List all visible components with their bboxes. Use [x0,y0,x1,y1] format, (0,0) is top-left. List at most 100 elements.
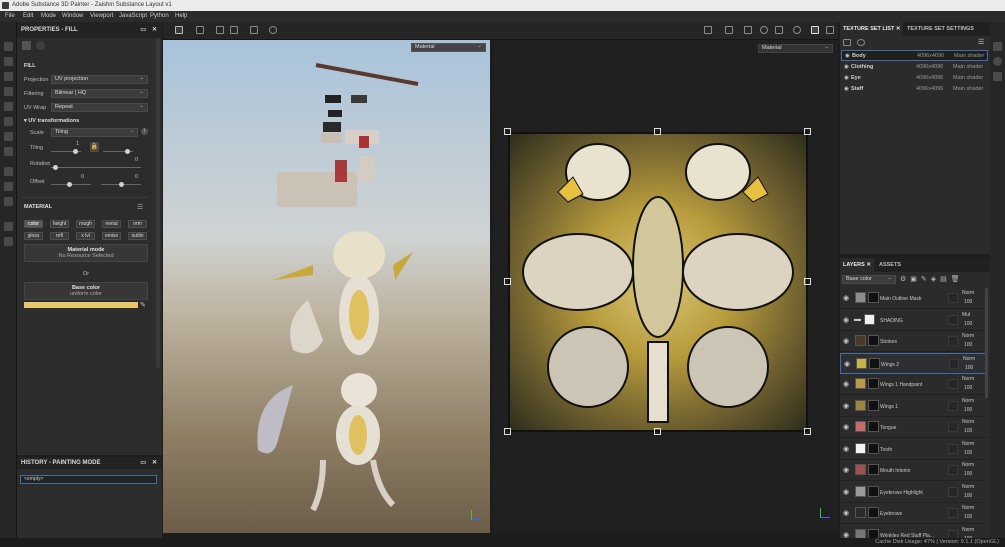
scale-select[interactable]: Tiling [51,128,138,137]
opacity-value[interactable]: 100 [964,385,972,391]
info-icon[interactable]: i [141,128,148,135]
material-mode-button[interactable]: Material mode No Resource Selected [24,244,148,262]
tab-texture-set-list[interactable]: TEXTURE SET LIST ✕ [840,22,904,36]
texture-set-icon[interactable] [4,182,13,191]
figure-icon[interactable] [230,26,238,34]
uvwrap-select[interactable]: Repeat [51,103,148,112]
opacity-value[interactable]: 100 [964,493,972,499]
projection-icon[interactable] [4,72,13,81]
visibility-icon[interactable]: ◉ [843,402,849,410]
layer-slot[interactable] [948,379,958,389]
viewport-2d[interactable]: Material [493,40,838,533]
tab-layers[interactable]: LAYERS ✕ [840,258,874,272]
offset-x-slider[interactable] [51,182,91,187]
layer-row[interactable]: ◉ Strokes Norm 100 [840,331,987,352]
close-icon[interactable]: ✕ [152,457,157,469]
blend-mode[interactable]: Norm [962,441,974,447]
add-paint-layer-icon[interactable]: ✎ [921,276,931,283]
texture-set-row[interactable]: ◉ Body 4096x4096 Main shader [841,50,988,61]
camera-icon[interactable] [993,42,1002,51]
layer-slot[interactable] [948,400,958,411]
opacity-value[interactable]: 100 [964,514,972,520]
geometry-fill-icon[interactable] [4,87,13,96]
tiling-slider-x[interactable] [51,149,81,154]
blend-mode[interactable]: Norm [962,505,974,511]
visibility-icon[interactable]: ◉ [843,316,849,324]
visibility-icon[interactable]: ◉ [843,423,849,431]
handle-top-left[interactable] [504,128,511,135]
layer-slot[interactable] [948,336,958,346]
visibility-icon[interactable]: ◉ [843,445,849,453]
smudge-icon[interactable] [4,102,13,111]
paint-mode-icon[interactable] [811,26,819,34]
viewport-2d-dropdown[interactable]: Material [758,44,833,53]
opacity-value[interactable]: 100 [964,450,972,456]
eyedropper-icon[interactable]: ✎ [140,301,146,309]
blend-mode[interactable]: Norm [962,376,974,382]
close-icon[interactable]: ✕ [152,22,157,38]
channel-height[interactable]: height [50,220,69,228]
add-effect-icon[interactable]: ⚙ [900,276,910,283]
layer-row[interactable]: ◉ Mouth Interior Norm 100 [840,460,987,481]
float-panel-icon[interactable]: ▭ [140,457,146,469]
layer-row[interactable]: ◉ Main Outline Mask Norm 100 [840,288,987,309]
channel-xlvl[interactable]: x lvl [76,232,95,240]
material-picker-icon[interactable] [4,132,13,141]
layer-slot[interactable] [948,529,958,538]
scrollbar[interactable] [156,38,160,368]
history-item[interactable]: <empty> [20,475,157,484]
texture-set-row[interactable]: ◉ Eye 4096x4096 Main shader [841,73,988,84]
delete-icon[interactable]: 🗑 [951,276,964,283]
blend-mode[interactable]: Norm [963,356,975,362]
lock-icon[interactable]: 🔒 [90,142,99,152]
handle-bottom-right[interactable] [804,428,811,435]
blend-mode[interactable]: Norm [962,290,974,296]
light-icon[interactable] [793,26,801,34]
display-settings-icon[interactable] [4,197,13,206]
texture-set-row[interactable]: ◉ Clothing 4096x4096 Main shader [841,62,988,73]
uv-icon[interactable] [704,26,712,34]
opacity-value[interactable]: 100 [964,407,972,413]
tab-assets[interactable]: ASSETS [876,258,904,272]
menu-viewport[interactable]: Viewport [90,11,113,22]
handle-top-center[interactable] [654,128,661,135]
layer-row[interactable]: ◉ Eyebrows Norm 100 [840,503,987,524]
visibility-icon[interactable]: ◉ [845,51,850,62]
layer-slot[interactable] [948,443,958,454]
layer-slot[interactable] [948,314,958,325]
visibility-icon[interactable]: ◉ [843,294,849,302]
layer-slot[interactable] [948,486,958,497]
channel-rough[interactable]: rough [76,220,95,228]
settings-icon[interactable] [843,39,851,46]
opacity-value[interactable]: 100 [965,365,973,371]
menu-window[interactable]: Window [62,11,83,22]
channel-outlin[interactable]: outlin [128,232,147,240]
visibility-icon[interactable]: ◉ [843,380,849,388]
screenshot-icon[interactable] [826,26,834,34]
projection-select[interactable]: UV projection [51,75,148,84]
handle-top-right[interactable] [804,128,811,135]
blend-mode[interactable]: Norm [962,484,974,490]
grid-icon[interactable] [175,26,183,34]
opacity-value[interactable]: 100 [964,299,972,305]
tab-texture-set-settings[interactable]: TEXTURE SET SETTINGS [904,22,977,36]
layer-row[interactable]: ◉Wrinkles Red Stuff Pla...Norm100 [840,525,987,538]
layer-slot[interactable] [948,465,958,475]
float-panel-icon[interactable]: ▭ [140,22,146,38]
layer-row[interactable]: ◉ Tongue Norm 100 [840,417,987,438]
history-icon[interactable] [269,26,277,34]
tile-grid-icon[interactable] [196,26,204,34]
visibility-icon[interactable]: ◉ [843,337,849,345]
tiling-slider-y[interactable] [103,149,133,154]
menu-help[interactable]: Help [175,11,187,22]
visibility-icon[interactable]: ◉ [844,73,849,84]
layer-row[interactable]: ◉ Eyebrows Highlight Norm 100 [840,482,987,503]
channel-select[interactable]: Base color [842,275,896,284]
visibility-icon[interactable]: ◉ [844,84,849,95]
menu-python[interactable]: Python [150,11,169,22]
layer-slot[interactable] [948,422,958,432]
blend-mode[interactable]: Norm [962,527,974,533]
blend-mode[interactable]: Mul [962,312,970,318]
layer-slot[interactable] [948,293,958,303]
camera-icon[interactable] [775,26,783,34]
